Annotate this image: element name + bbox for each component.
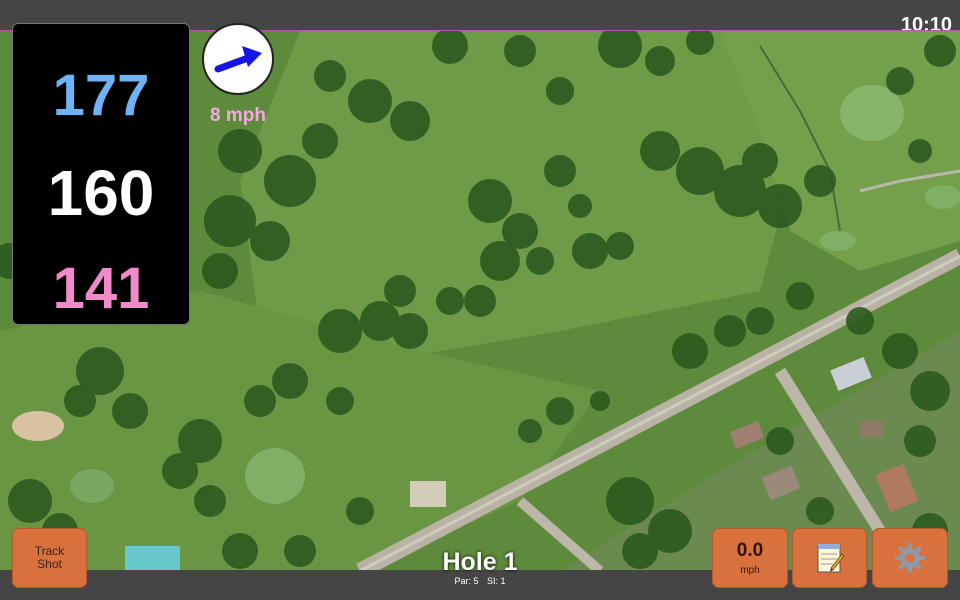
speed-unit: mph — [740, 565, 760, 576]
gear-icon — [895, 543, 925, 573]
wind-speed: 8 mph — [210, 105, 266, 126]
speed-button[interactable]: 0.0 mph — [712, 528, 788, 588]
wind-indicator — [202, 23, 274, 95]
track-shot-button[interactable]: Track Shot — [12, 528, 87, 588]
wind-direction-arrow-icon — [214, 46, 262, 73]
notes-button[interactable] — [792, 528, 867, 588]
distance-panel: 177 160 141 — [12, 23, 190, 325]
hole-info: Par: 5 SI: 1 — [380, 576, 580, 586]
speed-value: 0.0 — [736, 540, 764, 561]
back-distance: 177 — [52, 63, 150, 128]
hole-si: SI: 1 — [487, 576, 506, 586]
middle-distance: 160 — [47, 157, 155, 229]
front-distance: 141 — [52, 256, 150, 321]
track-shot-label: Track Shot — [34, 544, 65, 571]
notepad-icon — [817, 544, 844, 573]
settings-button[interactable] — [872, 528, 948, 588]
hole-title: Hole 1 — [442, 548, 518, 576]
hole-par: Par: 5 — [454, 576, 479, 586]
